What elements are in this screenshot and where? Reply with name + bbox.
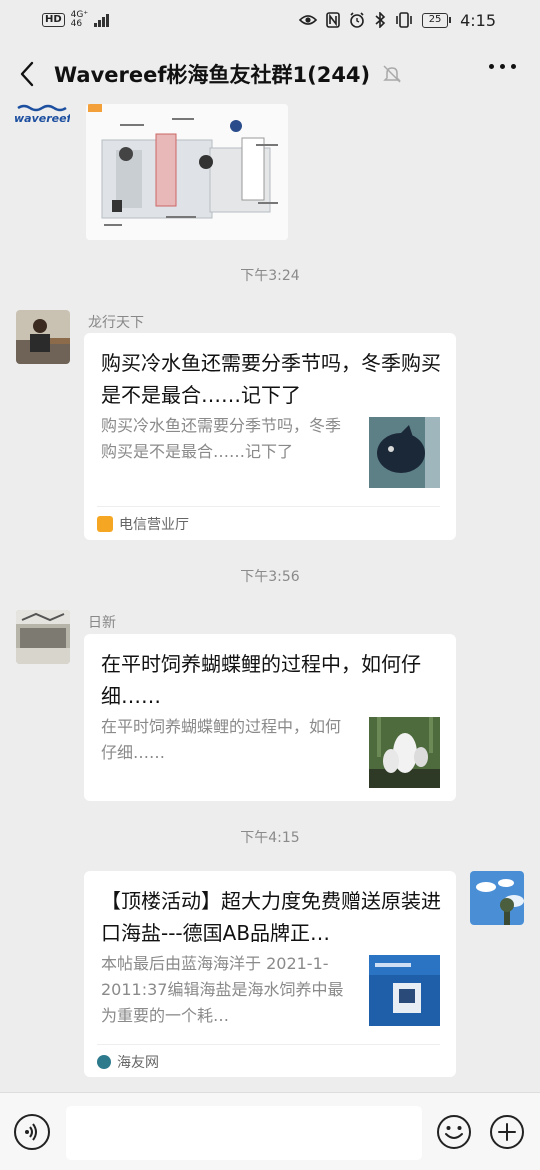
voice-button[interactable]: [14, 1114, 50, 1150]
chevron-left-icon: [20, 61, 34, 87]
aquarium-equipment-image: [86, 104, 288, 240]
status-left: HD 4G⁺ 46: [42, 11, 110, 29]
battery-level: 25: [422, 12, 449, 28]
card-description: 在平时饲养蝴蝶鲤的过程中，如何仔细……: [101, 717, 342, 762]
signal-icon: [94, 13, 110, 27]
alarm-icon: [350, 12, 364, 28]
image-message[interactable]: [86, 104, 288, 240]
timestamp: 下午3:56: [240, 569, 300, 585]
card-title: 购买冷水鱼还需要分季节吗，冬季购买是不是最合……记下了: [101, 351, 441, 407]
card-title: 【顶楼活动】超大力度免费赠送原装进口海盐---德国AB品牌正…: [101, 889, 441, 945]
eye-icon: [299, 15, 318, 25]
input-bar: [0, 1092, 540, 1170]
bell-muted-icon: [383, 65, 401, 83]
chat-title: Wavereef彬海鱼友社群1(244): [54, 63, 371, 87]
status-right: 25 4:15: [299, 11, 496, 30]
more-button[interactable]: [489, 64, 516, 69]
bluetooth-icon: [375, 12, 386, 28]
card-description: 购买冷水鱼还需要分季节吗，冬季购买是不是最合……记下了: [101, 416, 342, 461]
self-avatar[interactable]: [470, 871, 524, 925]
nfc-icon: [326, 12, 340, 28]
card-source: 海友网: [97, 1044, 440, 1078]
network-indicator: 4G⁺ 46: [71, 11, 88, 29]
status-bar: HD 4G⁺ 46 25 4:15: [0, 0, 540, 40]
telecom-app-icon: [97, 515, 113, 532]
card-description: 本帖最后由蓝海海洋于 2021-1-2011:37编辑海盐是海水饲养中最为重要的…: [101, 954, 344, 1025]
timestamp: 下午3:24: [240, 268, 300, 284]
chat-messages[interactable]: wavereef 下午3:24 龙行天下 购买冷水鱼还需要分季节吗，冬季购买是不…: [0, 104, 540, 1092]
timestamp: 下午4:15: [240, 830, 300, 846]
source-name: 电信营业厅: [119, 516, 189, 533]
link-card[interactable]: 【顶楼活动】超大力度免费赠送原装进口海盐---德国AB品牌正… 本帖最后由蓝海海…: [84, 871, 456, 1077]
avatar[interactable]: [16, 610, 70, 664]
card-thumbnail: [369, 955, 440, 1026]
status-time: 4:15: [460, 10, 496, 30]
card-thumbnail: [369, 717, 440, 788]
svg-text:wavereef: wavereef: [14, 112, 70, 125]
voice-icon: [25, 1123, 37, 1141]
haiyou-site-icon: [97, 1054, 111, 1069]
sender-name: 龙行天下: [88, 315, 144, 331]
source-name: 海友网: [117, 1054, 159, 1071]
message-input[interactable]: [66, 1106, 422, 1160]
vibrate-icon: [396, 12, 412, 28]
network-sub: 46: [70, 19, 83, 29]
wavereef-logo: wavereef: [14, 104, 73, 128]
emoji-icon: [437, 1115, 471, 1149]
card-source: 电信营业厅: [97, 506, 440, 540]
more-dots-icon: [489, 64, 494, 69]
link-card[interactable]: 在平时饲养蝴蝶鲤的过程中，如何仔细…… 在平时饲养蝴蝶鲤的过程中，如何仔细……: [84, 634, 456, 801]
chat-header: Wavereef彬海鱼友社群1(244): [0, 44, 540, 104]
link-card[interactable]: 购买冷水鱼还需要分季节吗，冬季购买是不是最合……记下了 购买冷水鱼还需要分季节吗…: [84, 333, 456, 540]
sender-name: 日新: [88, 615, 116, 631]
hd-badge: HD: [42, 13, 65, 27]
card-title: 在平时饲养蝴蝶鲤的过程中，如何仔细……: [101, 652, 421, 708]
card-thumbnail: [369, 417, 440, 488]
emoji-button[interactable]: [436, 1114, 472, 1150]
plus-icon: [490, 1115, 524, 1149]
plus-button[interactable]: [489, 1114, 525, 1150]
back-button[interactable]: [0, 44, 54, 104]
avatar[interactable]: [16, 310, 70, 364]
battery-icon: 25: [422, 12, 452, 28]
